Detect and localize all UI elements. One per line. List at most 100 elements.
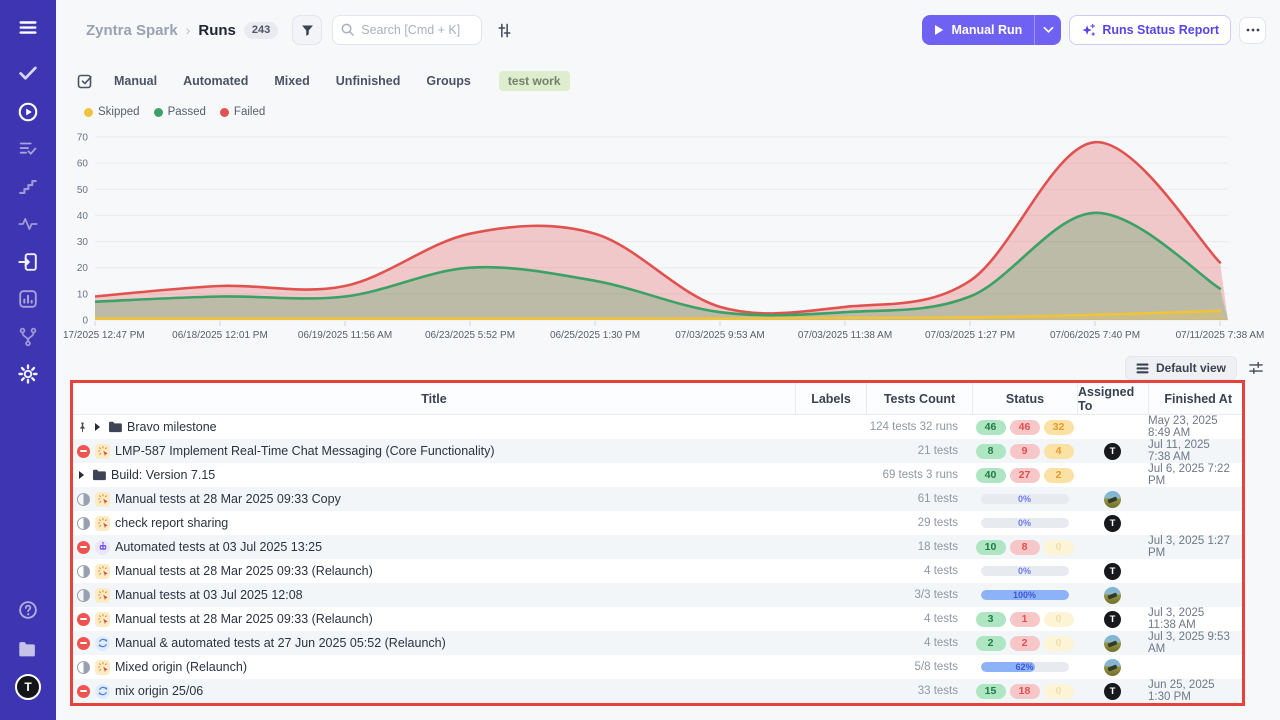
run-title[interactable]: LMP-587 Implement Real-Time Chat Messagi… xyxy=(115,444,495,458)
run-title[interactable]: Manual tests at 03 Jul 2025 12:08 xyxy=(115,588,303,602)
default-view-label: Default view xyxy=(1156,361,1226,375)
run-title[interactable]: Build: Version 7.15 xyxy=(111,468,215,482)
legend-label: Skipped xyxy=(98,106,140,118)
assigned-to-cell xyxy=(1077,535,1148,559)
tests-count-cell: 4 tests xyxy=(866,631,972,655)
progress-label: 62% xyxy=(981,662,1069,672)
ellipsis-icon xyxy=(1246,28,1260,32)
view-list-icon xyxy=(1136,363,1149,374)
manual-run-type-icon xyxy=(95,492,110,507)
passed-count-badge: 8 xyxy=(976,444,1006,459)
table-row[interactable]: Manual tests at 28 Mar 2025 09:33 (Relau… xyxy=(73,607,1242,631)
skipped-count-badge: 32 xyxy=(1044,420,1074,435)
table-row[interactable]: LMP-587 Implement Real-Time Chat Messagi… xyxy=(73,439,1242,463)
table-row[interactable]: Manual tests at 03 Jul 2025 12:08 3/3 te… xyxy=(73,583,1242,607)
expand-caret-icon[interactable] xyxy=(79,471,84,479)
svg-text:70: 70 xyxy=(77,133,89,144)
svg-text:06/25/2025 1:30 PM: 06/25/2025 1:30 PM xyxy=(550,330,640,341)
tab-mixed[interactable]: Mixed xyxy=(274,74,309,88)
run-title[interactable]: Manual tests at 28 Mar 2025 09:33 (Relau… xyxy=(115,564,373,578)
sidebar-menu-icon[interactable] xyxy=(17,17,39,39)
search-settings-button[interactable] xyxy=(496,22,513,39)
sidebar-bar-chart-icon[interactable] xyxy=(17,288,39,310)
sidebar-gear-icon[interactable] xyxy=(17,363,39,385)
svg-text:30: 30 xyxy=(77,237,89,248)
manual-run-button[interactable]: Manual Run xyxy=(922,23,1034,37)
play-icon xyxy=(934,24,944,36)
table-row[interactable]: mix origin 25/06 33 tests 15180 T Jun 25… xyxy=(73,679,1242,703)
column-header-finished-at[interactable]: Finished At xyxy=(1148,383,1242,414)
tests-count-cell: 124 tests 32 runs xyxy=(866,415,972,439)
run-title[interactable]: Manual & automated tests at 27 Jun 2025 … xyxy=(115,636,446,650)
column-header-tests-count[interactable]: Tests Count xyxy=(866,383,972,414)
tests-count-cell: 3/3 tests xyxy=(866,583,972,607)
breadcrumb-project[interactable]: Zyntra Spark xyxy=(86,22,178,39)
sidebar-check-icon[interactable] xyxy=(17,62,39,84)
stopped-status-icon xyxy=(77,445,90,458)
assignee-avatar: T xyxy=(1104,563,1121,580)
more-actions-button[interactable] xyxy=(1239,17,1266,44)
passed-count-badge: 40 xyxy=(976,468,1006,483)
expand-caret-icon[interactable] xyxy=(95,423,100,431)
tab-manual[interactable]: Manual xyxy=(114,74,157,88)
default-view-button[interactable]: Default view xyxy=(1125,356,1237,380)
chevron-down-icon xyxy=(1043,26,1054,34)
failed-count-badge: 2 xyxy=(1010,636,1040,651)
tag-test-work[interactable]: test work xyxy=(499,71,570,91)
sidebar-folder-icon[interactable] xyxy=(17,639,39,661)
run-title[interactable]: Automated tests at 03 Jul 2025 13:25 xyxy=(115,540,322,554)
table-row[interactable]: check report sharing 29 tests 0% T xyxy=(73,511,1242,535)
table-row[interactable]: Build: Version 7.15 69 tests 3 runs 4027… xyxy=(73,463,1242,487)
stopped-status-icon xyxy=(77,541,90,554)
table-row[interactable]: Automated tests at 03 Jul 2025 13:25 18 … xyxy=(73,535,1242,559)
column-settings-button[interactable] xyxy=(1248,361,1264,375)
tab-unfinished[interactable]: Unfinished xyxy=(336,74,401,88)
run-title[interactable]: Manual tests at 28 Mar 2025 09:33 (Relau… xyxy=(115,612,373,626)
column-header-title[interactable]: Title xyxy=(73,383,795,414)
table-row[interactable]: Manual tests at 28 Mar 2025 09:33 Copy 6… xyxy=(73,487,1242,511)
table-row[interactable]: Manual tests at 28 Mar 2025 09:33 (Relau… xyxy=(73,559,1242,583)
run-title[interactable]: check report sharing xyxy=(115,516,228,530)
failed-count-badge: 8 xyxy=(1010,540,1040,555)
sidebar-sign-in-icon[interactable] xyxy=(17,251,39,273)
run-title[interactable]: Bravo milestone xyxy=(127,420,217,434)
assignee-avatar: T xyxy=(1104,611,1121,628)
tests-count-cell: 69 tests 3 runs xyxy=(866,463,972,487)
column-header-status[interactable]: Status xyxy=(972,383,1077,414)
stopped-status-icon xyxy=(77,613,90,626)
status-cell: 100% xyxy=(972,583,1077,607)
column-header-assigned-to[interactable]: Assigned To xyxy=(1077,383,1148,414)
status-cell: 1080 xyxy=(972,535,1077,559)
table-row[interactable]: Mixed origin (Relaunch) 5/8 tests 62% xyxy=(73,655,1242,679)
tab-groups[interactable]: Groups xyxy=(426,74,470,88)
sidebar-list-check-icon[interactable] xyxy=(17,138,39,160)
finished-at-cell: Jul 3, 2025 9:53 AM xyxy=(1148,631,1242,655)
sidebar-help-icon[interactable] xyxy=(17,599,39,621)
tests-count-cell: 21 tests xyxy=(866,439,972,463)
sidebar-user-avatar[interactable]: T xyxy=(15,674,41,700)
sidebar-pulse-icon[interactable] xyxy=(17,213,39,235)
runs-status-report-button[interactable]: Runs Status Report xyxy=(1069,15,1231,45)
sidebar-steps-icon[interactable] xyxy=(17,176,39,198)
finished-at-cell xyxy=(1148,559,1242,583)
run-title[interactable]: mix origin 25/06 xyxy=(115,684,203,698)
run-title[interactable]: Mixed origin (Relaunch) xyxy=(115,660,247,674)
svg-text:06/23/2025 5:52 PM: 06/23/2025 5:52 PM xyxy=(425,330,515,341)
pin-icon[interactable] xyxy=(77,422,88,433)
assigned-to-cell xyxy=(1077,631,1148,655)
finished-at-cell xyxy=(1148,583,1242,607)
column-header-labels[interactable]: Labels xyxy=(795,383,866,414)
run-title[interactable]: Manual tests at 28 Mar 2025 09:33 Copy xyxy=(115,492,341,506)
sliders-vertical-icon xyxy=(496,22,513,39)
tests-count-cell: 4 tests xyxy=(866,559,972,583)
manual-run-dropdown-button[interactable] xyxy=(1035,26,1061,34)
assigned-to-cell: T xyxy=(1077,511,1148,535)
filter-button[interactable] xyxy=(292,15,322,45)
tab-automated[interactable]: Automated xyxy=(183,74,248,88)
select-runs-button[interactable] xyxy=(76,72,94,90)
sidebar-play-circle-icon[interactable] xyxy=(17,101,39,123)
table-row[interactable]: Bravo milestone 124 tests 32 runs 464632… xyxy=(73,415,1242,439)
failed-count-badge: 9 xyxy=(1010,444,1040,459)
table-row[interactable]: Manual & automated tests at 27 Jun 2025 … xyxy=(73,631,1242,655)
sidebar-branch-icon[interactable] xyxy=(17,326,39,348)
